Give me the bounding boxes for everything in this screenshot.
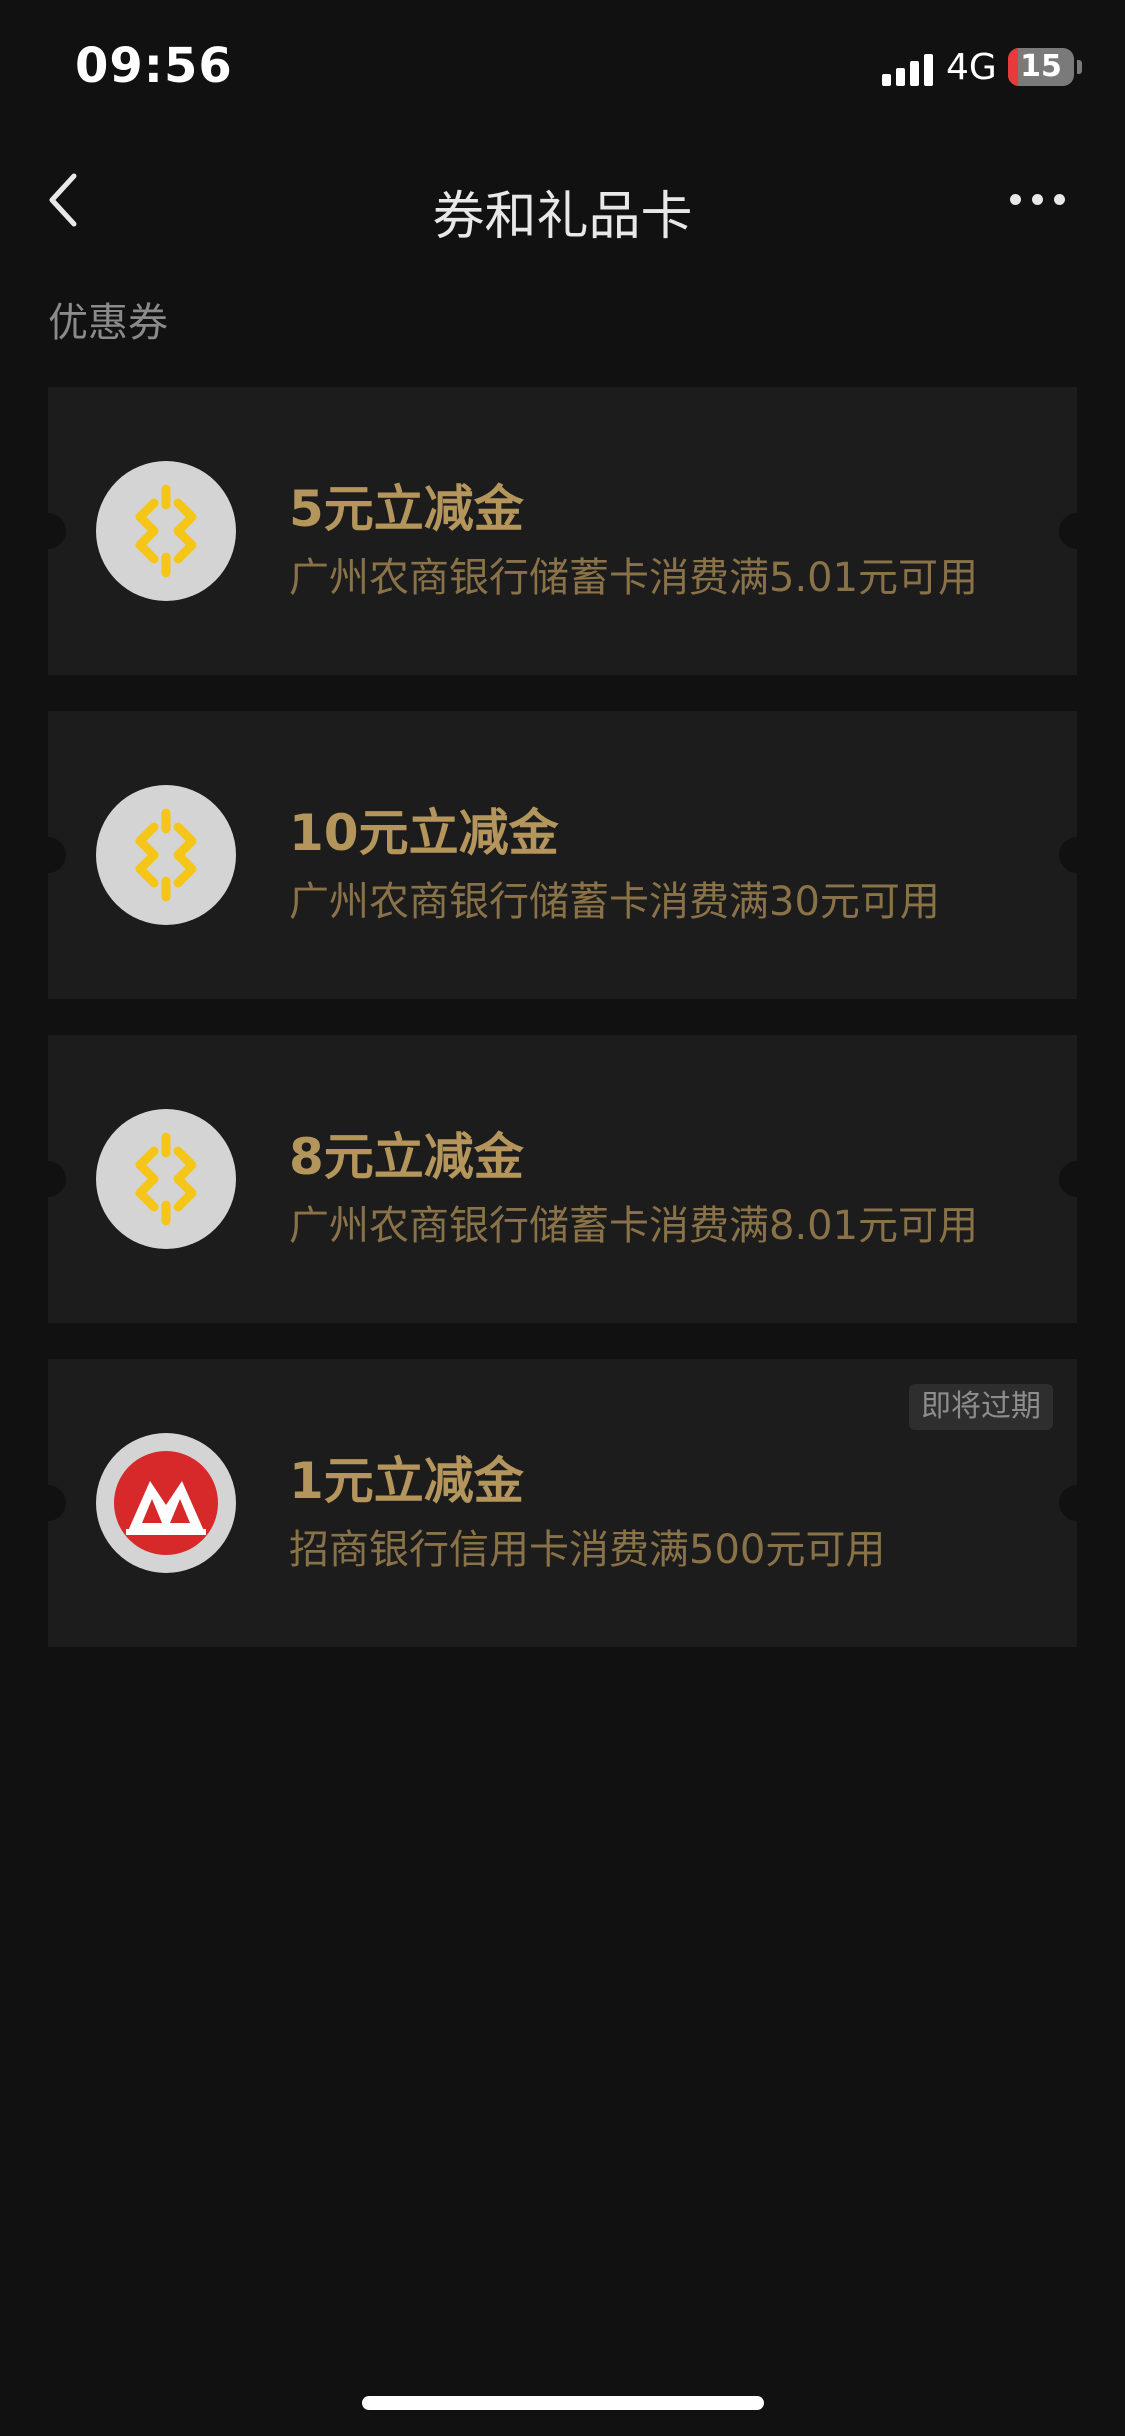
card-notch — [1059, 513, 1095, 549]
nav-bar: 券和礼品卡 — [0, 150, 1125, 250]
page-title: 券和礼品卡 — [432, 187, 693, 247]
coupon-description: 广州农商银行储蓄卡消费满30元可用 — [289, 879, 940, 925]
expiry-badge: 即将过期 — [909, 1384, 1053, 1430]
battery-cap — [1077, 60, 1082, 74]
battery-icon: 15 — [1008, 48, 1074, 86]
card-notch — [30, 837, 66, 873]
card-notch — [1059, 1485, 1095, 1521]
card-notch — [30, 1161, 66, 1197]
card-notch — [30, 1485, 66, 1521]
home-indicator[interactable] — [362, 2396, 764, 2410]
coupon-card[interactable]: 即将过期 1元立减金 招商银行信用卡消费满500元可用 — [30, 1359, 1095, 1647]
status-time: 09:56 — [75, 38, 233, 94]
coupon-card[interactable]: 8元立减金 广州农商银行储蓄卡消费满8.01元可用 — [30, 1035, 1095, 1323]
coupon-description: 广州农商银行储蓄卡消费满5.01元可用 — [289, 555, 979, 601]
network-type: 4G — [946, 47, 997, 88]
card-notch — [30, 513, 66, 549]
card-notch — [1059, 1161, 1095, 1197]
section-title: 优惠券 — [48, 300, 168, 346]
more-dot — [1010, 194, 1021, 205]
coupon-title: 8元立减金 — [289, 1128, 524, 1186]
coupons-page: 09:56 4G 15 券和礼品卡 优惠券 5元立减金 广州农商银行储蓄卡消费满… — [0, 0, 1125, 2436]
more-button[interactable] — [1010, 180, 1070, 220]
coupon-card[interactable]: 10元立减金 广州农商银行储蓄卡消费满30元可用 — [30, 711, 1095, 999]
coupon-title: 10元立减金 — [289, 804, 559, 862]
more-dot — [1032, 194, 1043, 205]
coupon-card[interactable]: 5元立减金 广州农商银行储蓄卡消费满5.01元可用 — [30, 387, 1095, 675]
grcb-logo-icon — [96, 1109, 236, 1249]
coupon-description: 广州农商银行储蓄卡消费满8.01元可用 — [289, 1203, 979, 1249]
cmb-logo-icon — [96, 1433, 236, 1573]
battery-level: 15 — [1020, 49, 1062, 84]
grcb-logo-icon — [96, 461, 236, 601]
more-dot — [1054, 194, 1065, 205]
grcb-logo-icon — [96, 785, 236, 925]
coupon-description: 招商银行信用卡消费满500元可用 — [289, 1527, 886, 1573]
card-notch — [1059, 837, 1095, 873]
status-bar: 09:56 4G 15 — [0, 0, 1125, 130]
coupon-title: 5元立减金 — [289, 480, 524, 538]
coupon-title: 1元立减金 — [289, 1452, 524, 1510]
signal-strength-icon — [882, 52, 934, 86]
